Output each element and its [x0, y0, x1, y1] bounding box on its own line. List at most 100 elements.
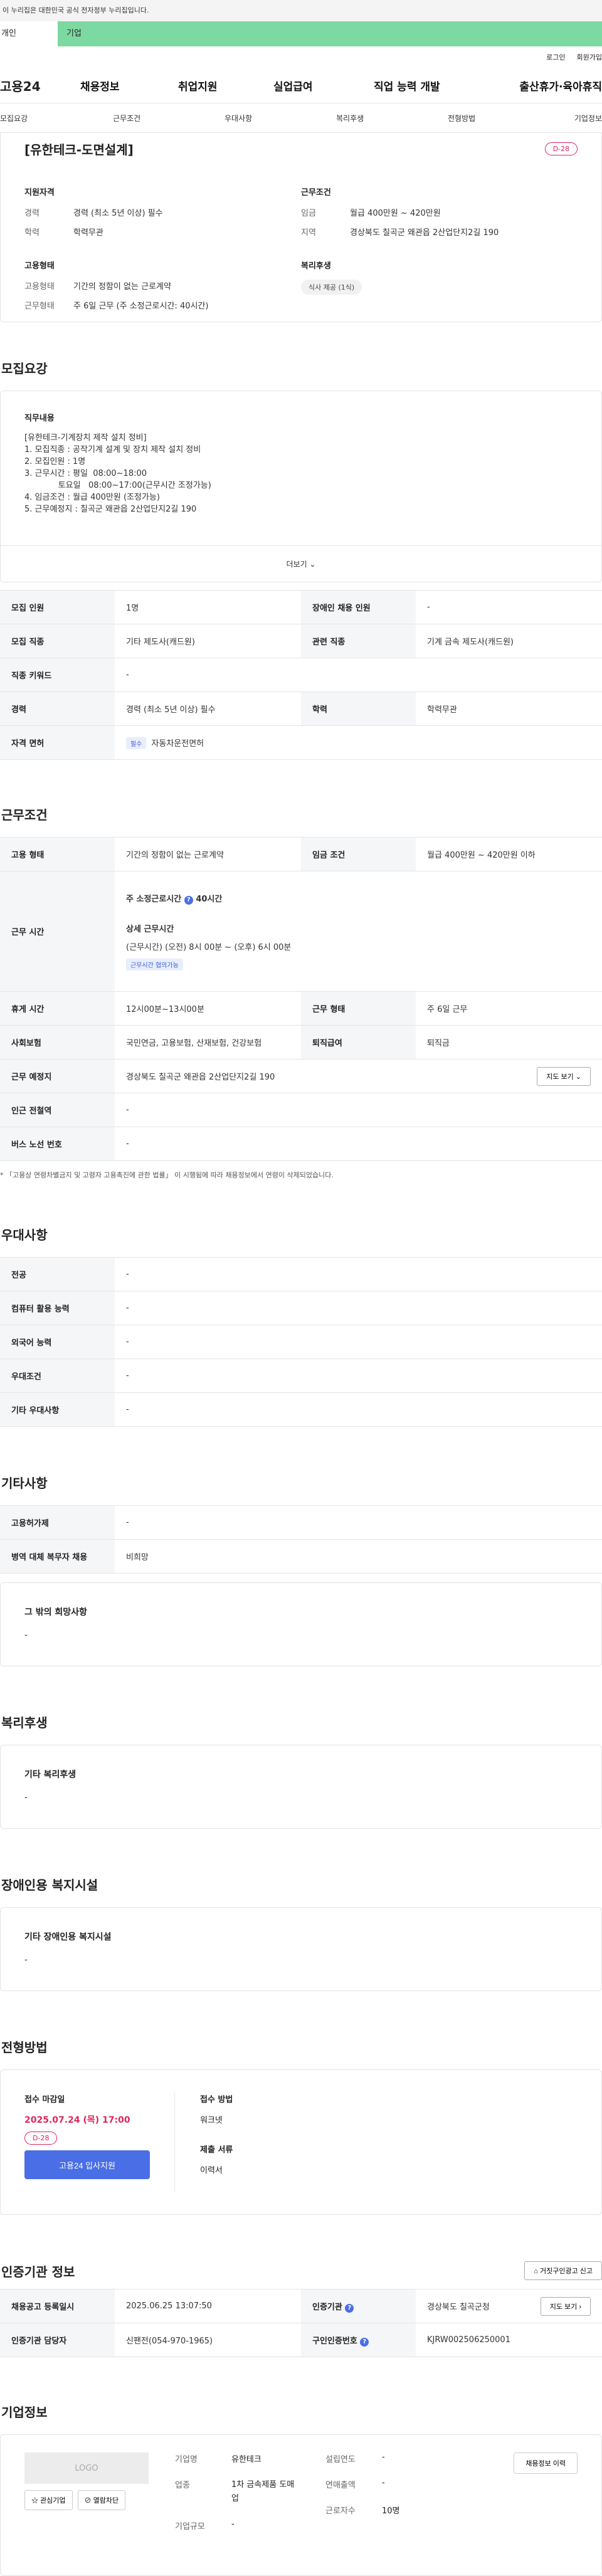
required-tag: 필수: [126, 737, 147, 749]
emp-value: 기간의 정함이 없는 근로계약: [73, 282, 171, 292]
co-key: 기업규모: [175, 2522, 205, 2531]
block-icon: ⊘: [84, 2497, 92, 2505]
qual-key: 경력: [24, 209, 40, 218]
hiring-history-button[interactable]: 채용정보 이력: [514, 2452, 578, 2474]
agency-map-button[interactable]: 지도 보기 ›: [540, 2296, 591, 2316]
hours-cell: 주 소정근로시간 ? 40시간 상세 근무시간 (근무시간) (오전) 8시 0…: [115, 871, 602, 992]
row-key: 병역 대체 복무자 채용: [0, 1539, 115, 1574]
site-logo[interactable]: 고용24: [0, 76, 80, 95]
row-value: -: [115, 1392, 602, 1427]
qual-value: 경력 (최소 5년 이상) 필수: [73, 209, 163, 218]
nav-employment-support[interactable]: 취업지원: [178, 78, 273, 93]
desc-line: 5. 근무예정지 : 칠곡군 왜관읍 2산업단지2길 190: [24, 505, 197, 514]
row-value: 경상북도 칠곡군 왜관읍 2산업단지2길 190: [126, 1073, 275, 1082]
login-link[interactable]: 로그인: [546, 52, 565, 62]
row-value: -: [115, 1127, 602, 1161]
work-table: 고용 형태 기간의 정함이 없는 근로계약 임금 조건 월급 400만원 ~ 4…: [0, 837, 602, 1161]
apply-button[interactable]: 고용24 입사지원: [24, 2150, 150, 2179]
qual-value: 학력무관: [73, 228, 103, 238]
etc-hope-card: 그 밖의 희망사항 -: [0, 1582, 602, 1666]
anchor-recruit[interactable]: 모집요강: [0, 113, 113, 124]
row-key: 외국어 능력: [0, 1325, 115, 1359]
section-title-etc: 기타사항: [1, 1476, 48, 1491]
age-notice: * 「고용상 연령차별금지 및 고령자 고용촉진에 관한 법률」 이 시행됨에 …: [0, 1171, 334, 1179]
qual-title: 지원자격: [24, 188, 55, 197]
co-value: 10명: [382, 2506, 400, 2516]
nav-parental-leave[interactable]: 출산휴가·육아휴직: [503, 78, 602, 93]
qual-key: 학력: [24, 228, 40, 238]
row-value: 주 6일 근무: [416, 991, 602, 1026]
method-label: 접수 방법: [200, 2095, 233, 2105]
row-value: -: [115, 1257, 602, 1291]
cond-key: 지역: [301, 228, 316, 238]
desc-line: [유한테크-기계장치 제작 설치 정비]: [24, 433, 147, 443]
emp-key: 고용형태: [24, 282, 55, 292]
agency-table: 채용공고 등록일시 2025.06.25 13:07:50 인증기관 ? 경상북…: [0, 2289, 602, 2357]
nav-unemployment-benefit[interactable]: 실업급여: [273, 78, 374, 93]
map-button[interactable]: 지도 보기 ⌄: [537, 1066, 591, 1086]
anchor-company[interactable]: 기업정보: [561, 113, 602, 124]
tab-business[interactable]: 기업: [58, 21, 602, 46]
signup-link[interactable]: 회원가입: [577, 52, 602, 62]
co-value: 1차 금속제품 도매업: [231, 2480, 295, 2503]
anchor-work[interactable]: 근무조건: [113, 113, 224, 124]
block-label: 열람차단: [93, 2497, 119, 2505]
info-icon[interactable]: ?: [345, 2303, 354, 2313]
row-value: 월급 400만원 ~ 420만원 이하: [416, 837, 602, 871]
row-key: 버스 노선 번호: [0, 1127, 115, 1161]
box-value: -: [24, 1631, 28, 1640]
emp-key: 근무형태: [24, 302, 55, 311]
row-value: 신팬전(054-970-1965): [115, 2323, 301, 2357]
docs-value: 이력서: [200, 2166, 223, 2175]
docs-label: 제출 서류: [200, 2145, 233, 2155]
block-company-button[interactable]: ⊘ 열람차단: [77, 2490, 126, 2510]
info-icon[interactable]: ?: [184, 896, 193, 905]
row-value: 경력 (최소 5년 이상) 필수: [115, 691, 301, 726]
section-title-apply: 전형방법: [1, 2040, 48, 2055]
anchor-welfare[interactable]: 복리후생: [336, 113, 448, 124]
disabled-card: 기타 장애인용 복지시설 -: [0, 1907, 602, 1991]
co-value: -: [231, 2520, 235, 2529]
company-logo: LOGO: [24, 2452, 149, 2484]
welfare-title: 복리후생: [301, 261, 331, 271]
utility-links: 로그인 회원가입: [0, 46, 602, 68]
report-button[interactable]: ⌂ 거짓구인광고 신고: [524, 2261, 602, 2280]
row-value: 학력무관: [416, 691, 602, 726]
row-value: 자동차운전면허: [151, 739, 204, 749]
section-title-work: 근무조건: [1, 807, 48, 823]
section-title-pref: 우대사항: [1, 1228, 48, 1243]
box-title: 그 밖의 희망사항: [24, 1607, 87, 1617]
desc-line: 4. 임금조건 : 월급 400만원 (조정가능): [24, 493, 160, 502]
co-value: -: [382, 2452, 385, 2462]
tab-personal[interactable]: 개인: [0, 21, 58, 46]
info-icon[interactable]: ?: [360, 2337, 369, 2347]
job-summary-card: [유한테크-도면설계] D-28 지원자격 경력 경력 (최소 5년 이상) 필수…: [0, 133, 602, 322]
favorite-company-button[interactable]: ☆ 관심기업: [24, 2490, 73, 2510]
anchor-apply[interactable]: 전형방법: [448, 113, 561, 124]
row-key: 임금 조건: [301, 837, 416, 871]
row-value: 기계 금속 제도사(캐드원): [416, 624, 602, 658]
desc-line: 3. 근무시간 : 평일 08:00~18:00: [24, 469, 147, 478]
more-label: 더보기: [286, 560, 307, 569]
nav-skill-development[interactable]: 직업 능력 개발: [374, 78, 503, 93]
row-key: 모집 직종: [0, 624, 115, 658]
chevron-right-icon: ›: [579, 2303, 581, 2311]
row-key: 인근 전철역: [0, 1093, 115, 1127]
row-value: 2025.06.25 13:07:50: [115, 2289, 301, 2323]
job-title: [유한테크-도면설계]: [24, 142, 134, 157]
dday-badge: D-28: [24, 2132, 58, 2145]
row-key: 인증기관 담당자: [0, 2323, 115, 2357]
nav-job-info[interactable]: 채용정보: [80, 78, 178, 93]
desc-line: 2. 모집인원 : 1명: [24, 457, 86, 466]
hours-main-value: 40시간: [196, 895, 223, 904]
row-key: 사회보험: [0, 1025, 115, 1059]
main-nav: 고용24 채용정보 취업지원 실업급여 직업 능력 개발 출산휴가·육아휴직: [0, 68, 602, 103]
row-key: 근무 시간: [0, 871, 115, 992]
more-button[interactable]: 더보기 ⌄: [1, 545, 601, 582]
cond-value: 월급 400만원 ~ 420만원: [350, 209, 441, 218]
location-cell: 경상북도 칠곡군 왜관읍 2산업단지2길 190 지도 보기 ⌄: [115, 1059, 602, 1093]
anchor-pref[interactable]: 우대사항: [224, 113, 336, 124]
co-key: 기업명: [175, 2455, 198, 2464]
recruit-table: 모집 인원 1명 장애인 채용 인원 - 모집 직종 기타 제도사(캐드원) 관…: [0, 590, 602, 760]
hours-detail: (근무시간) (오전) 8시 00분 ~ (오후) 6시 00분: [126, 943, 292, 952]
